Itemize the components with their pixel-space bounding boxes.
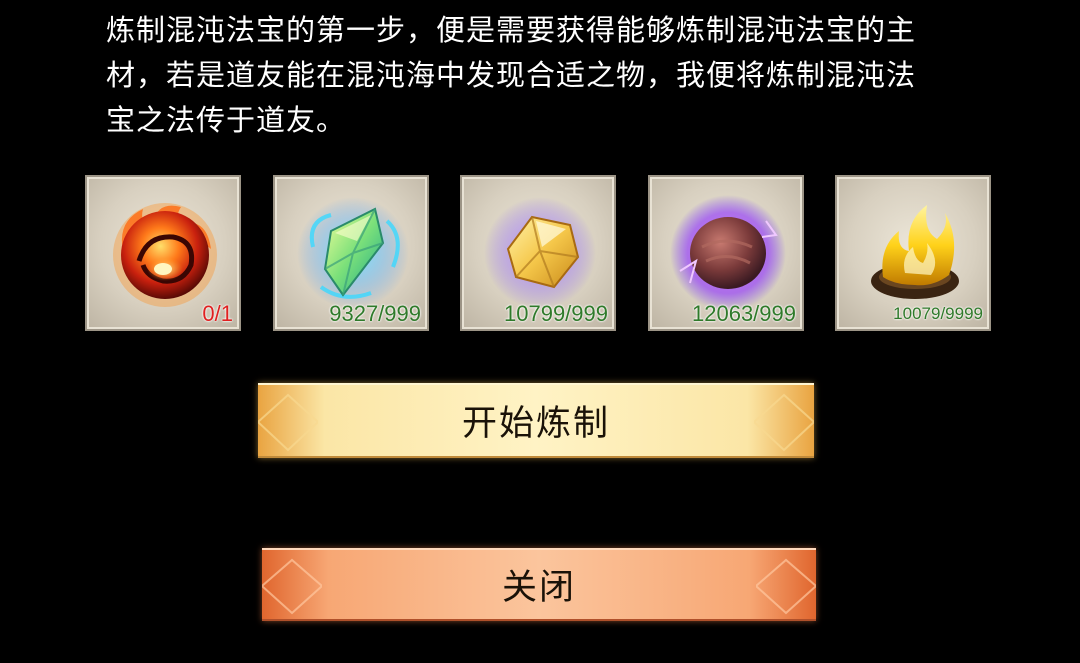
material-count: 9327/999 [329, 301, 421, 326]
left-ornament-icon [258, 393, 318, 452]
quest-description: 炼制混沌法宝的第一步，便是需要获得能够炼制混沌法宝的主 材，若是道友能在混沌海中… [106, 8, 986, 143]
fire-orb-icon [113, 203, 217, 307]
description-line: 材，若是道友能在混沌海中发现合适之物，我便将炼制混沌法 [106, 58, 917, 92]
material-count: 10079/9999 [893, 304, 983, 323]
material-slot-3[interactable]: 10799/999 [460, 175, 616, 331]
right-ornament-icon [754, 393, 814, 452]
material-slot-5[interactable]: 10079/9999 [835, 175, 991, 331]
purple-stone-icon [670, 195, 786, 311]
golden-flame-icon [871, 205, 959, 299]
material-count: 12063/999 [692, 301, 796, 326]
gold-crystal-icon [484, 197, 596, 309]
right-ornament-icon [756, 558, 816, 615]
left-ornament-icon [262, 558, 322, 615]
start-refine-label: 开始炼制 [461, 404, 610, 444]
material-slot-4[interactable]: 12063/999 [648, 175, 804, 331]
material-slot-2[interactable]: 9327/999 [273, 175, 429, 331]
material-count: 10799/999 [504, 301, 608, 326]
start-refine-button[interactable]: 开始炼制 [258, 383, 814, 458]
description-line: 炼制混沌法宝的第一步，便是需要获得能够炼制混沌法宝的主 [106, 13, 917, 47]
close-button[interactable]: 关闭 [262, 548, 816, 621]
description-line: 宝之法传于道友。 [106, 103, 347, 137]
material-count: 0/1 [202, 301, 233, 326]
material-slot-1[interactable]: 0/1 [85, 175, 241, 331]
close-label: 关闭 [501, 568, 576, 608]
green-crystal-icon [297, 197, 409, 309]
